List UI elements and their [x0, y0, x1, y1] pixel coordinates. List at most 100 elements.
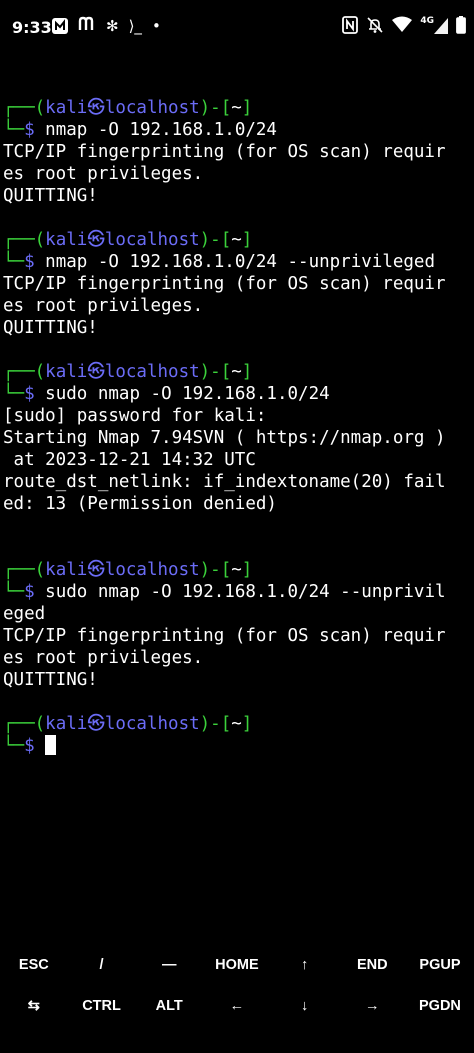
prompt-dollar: $ — [24, 252, 35, 272]
key-esc[interactable]: ESC — [0, 957, 68, 973]
key-left-arrow[interactable]: ← — [203, 998, 271, 1014]
key-slash[interactable]: / — [68, 957, 136, 973]
output-text: TCP/IP fingerprinting (for OS scan) requ… — [3, 626, 446, 646]
output-text: es root privileges. — [3, 296, 204, 316]
prompt-bracket: ┌──( — [3, 362, 46, 382]
key-dash[interactable]: — — [135, 957, 203, 973]
prompt-dir: ~ — [231, 560, 242, 580]
prompt-host: localhost — [104, 230, 200, 250]
output-line: QUITTING! — [3, 669, 473, 691]
prompt-dir: ~ — [231, 362, 242, 382]
output-text: QUITTING! — [3, 670, 98, 690]
app-n-icon — [52, 18, 68, 34]
prompt-bracket: ] — [241, 98, 253, 118]
output-text: TCP/IP fingerprinting (for OS scan) requ… — [3, 274, 446, 294]
key-end[interactable]: END — [338, 957, 406, 973]
prompt-skull-icon: ㉿ — [87, 714, 105, 734]
key-home[interactable]: HOME — [203, 957, 271, 973]
extra-keys-row-1: ESC / — HOME ↑ END PGUP — [0, 944, 474, 985]
prompt-host: localhost — [104, 362, 200, 382]
prompt-command-line: └─$ nmap -O 192.168.1.0/24 --unprivilege… — [3, 251, 473, 273]
output-text: QUITTING! — [3, 318, 98, 338]
output-line: TCP/IP fingerprinting (for OS scan) requ… — [3, 273, 473, 295]
key-alt[interactable]: ALT — [135, 998, 203, 1014]
prompt-bracket: )-[ — [199, 362, 232, 382]
notification-icons: ✻ ⟩_ • — [52, 16, 161, 36]
terminal-cursor[interactable] — [45, 735, 57, 755]
dot-icon: • — [151, 17, 161, 35]
prompt-bracket: ] — [241, 230, 253, 250]
key-tab[interactable]: ⇆ — [0, 998, 68, 1014]
status-time: 9:33 — [12, 18, 52, 37]
prompt-corner: └─ — [3, 582, 25, 602]
prompt-bracket: )-[ — [199, 98, 232, 118]
output-line: es root privileges. — [3, 295, 473, 317]
prompt-bracket: )-[ — [199, 230, 232, 250]
prompt-host: localhost — [104, 714, 200, 734]
prompt-command-line: └─$ sudo nmap -O 192.168.1.0/24 --unpriv… — [3, 581, 473, 603]
prompt-header-line: ┌──(kali㉿localhost)-[~] — [3, 97, 473, 119]
command-text: nmap -O 192.168.1.0/24 — [45, 120, 277, 140]
extra-keys-row-2: ⇆ CTRL ALT ← ↓ → PGDN — [0, 985, 474, 1026]
prompt-dollar: $ — [24, 120, 35, 140]
prompt-header-line: ┌──(kali㉿localhost)-[~] — [3, 229, 473, 251]
signal-icon: 4G — [420, 16, 448, 36]
output-line: es root privileges. — [3, 647, 473, 669]
prompt-host: localhost — [104, 560, 200, 580]
extra-keys-bar: ESC / — HOME ↑ END PGUP ⇆ CTRL ALT ← ↓ → PGDN — [0, 944, 474, 1044]
output-line: Starting Nmap 7.94SVN ( https://nmap.org… — [3, 427, 473, 449]
prompt-corner: └─ — [3, 384, 25, 404]
prompt-command-line: └─$ nmap -O 192.168.1.0/24 — [3, 119, 473, 141]
prompt-bracket: )-[ — [199, 714, 232, 734]
prompt-header-line: ┌──(kali㉿localhost)-[~] — [3, 361, 473, 383]
command-text: sudo nmap -O 192.168.1.0/24 — [45, 384, 330, 404]
prompt-host: localhost — [104, 98, 200, 118]
prompt-skull-icon: ㉿ — [87, 230, 105, 250]
output-line: route_dst_netlink: if_indextoname(20) fa… — [3, 471, 473, 493]
output-line: at 2023-12-21 14:32 UTC — [3, 449, 473, 471]
key-pgdn[interactable]: PGDN — [406, 998, 474, 1014]
prompt-skull-icon: ㉿ — [87, 560, 105, 580]
prompt-dir: ~ — [231, 98, 242, 118]
prompt-corner: └─ — [3, 736, 25, 756]
battery-icon — [456, 16, 466, 36]
system-icons: 4G — [342, 16, 466, 36]
output-line: eged — [3, 603, 473, 625]
prompt-user: kali — [45, 230, 88, 250]
prompt-dollar: $ — [24, 384, 35, 404]
prompt-bracket: ] — [241, 362, 253, 382]
status-bar: 9:33 ✻ ⟩_ • 4G — [0, 0, 474, 58]
prompt-bracket: )-[ — [199, 560, 232, 580]
output-text: QUITTING! — [3, 186, 98, 206]
output-text: at 2023-12-21 14:32 UTC — [3, 450, 256, 470]
terminal-output[interactable]: ┌──(kali㉿localhost)-[~] └─$ nmap -O 192.1… — [3, 75, 473, 757]
prompt-command-line: └─$ sudo nmap -O 192.168.1.0/24 — [3, 383, 473, 405]
prompt-header-line: ┌──(kali㉿localhost)-[~] — [3, 559, 473, 581]
command-text: sudo nmap -O 192.168.1.0/24 --unprivil — [45, 582, 446, 602]
prompt-bracket: ] — [241, 714, 253, 734]
wifi-icon — [392, 16, 413, 36]
key-up-arrow[interactable]: ↑ — [271, 957, 339, 973]
output-text: ed: 13 (Permission denied) — [3, 494, 277, 514]
key-ctrl[interactable]: CTRL — [68, 998, 136, 1014]
key-pgup[interactable]: PGUP — [406, 957, 474, 973]
output-line: TCP/IP fingerprinting (for OS scan) requ… — [3, 141, 473, 163]
output-line: [sudo] password for kali: — [3, 405, 473, 427]
prompt-user: kali — [45, 560, 88, 580]
key-down-arrow[interactable]: ↓ — [271, 998, 339, 1014]
output-text: route_dst_netlink: if_indextoname(20) fa… — [3, 472, 446, 492]
prompt-dir: ~ — [231, 230, 242, 250]
prompt-corner: └─ — [3, 252, 25, 272]
pinwheel-icon: ✻ — [106, 17, 119, 35]
output-text: [sudo] password for kali: — [3, 406, 267, 426]
key-right-arrow[interactable]: → — [338, 998, 406, 1014]
output-text: TCP/IP fingerprinting (for OS scan) requ… — [3, 142, 446, 162]
